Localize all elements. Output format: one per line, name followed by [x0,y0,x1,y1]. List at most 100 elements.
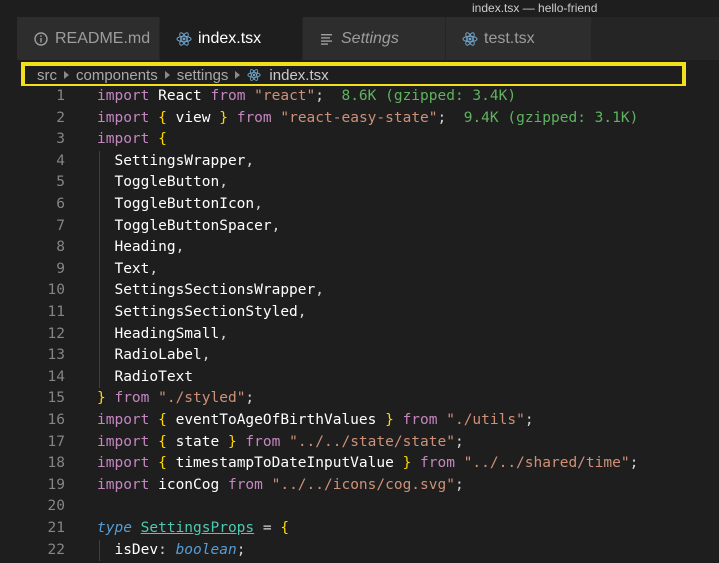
code-line[interactable]: 10 SettingsSectionsWrapper, [0,280,719,302]
code-line[interactable]: 5 ToggleButton, [0,172,719,194]
line-number: 15 [47,390,65,407]
breadcrumb: src components settings index.tsx [37,66,329,84]
punctuation: ; [245,390,255,407]
punctuation: ; [454,476,464,493]
identifier: timestampToDateInputValue [166,455,403,472]
code-line[interactable]: 9 Text, [0,259,719,281]
identifier: eventToAgeOfBirthValues [166,412,386,428]
code-line[interactable]: 2 import { view } from "react-easy-state"… [0,108,719,130]
punctuation: ; [437,109,447,126]
code-line[interactable]: 11 SettingsSectionStyled, [0,302,719,324]
line-code: isDev: boolean; [97,540,245,562]
line-code: ToggleButtonIcon, [97,194,262,216]
identifier: HeadingSmall [97,325,220,342]
chevron-right-icon [164,71,170,79]
keyword: import [97,433,150,450]
tab-settings[interactable]: Settings [303,17,446,60]
identifier: ToggleButton [97,174,220,191]
window-title: index.tsx — hello-friend [472,1,598,15]
code-line[interactable]: 12 HeadingSmall, [0,324,719,346]
code-line[interactable]: 22 isDev: boolean; [0,540,719,562]
keyword: from [411,455,455,472]
code-line[interactable]: 7 ToggleButtonSpacer, [0,216,719,238]
identifier: RadioText [97,368,194,385]
line-number: 16 [47,412,65,428]
line-code: type SettingsProps = { [97,518,289,540]
tab-label: Settings [341,29,399,47]
code-line[interactable]: 6 ToggleButtonIcon, [0,194,719,216]
line-number: 5 [56,174,65,191]
code-line[interactable]: 17 import { state } from "../../state/sta… [0,432,719,454]
line-number: 14 [47,368,65,385]
line-code: ToggleButtonSpacer, [97,216,280,238]
code-line[interactable]: 16 import { eventToAgeOfBirthValues } fro… [0,410,719,432]
code-line[interactable]: 3 import { [0,129,719,151]
keyword: from [393,412,438,428]
code-line[interactable]: 1 import React from "react"; 8.6K (gzippe… [0,86,719,108]
tab-test-tsx[interactable]: test.tsx [446,17,592,60]
keyword: import [97,88,150,104]
line-code: import React from "react"; 8.6K (gzipped… [97,86,516,108]
bracket: } [402,455,412,472]
bracket: { [149,433,167,450]
code-line[interactable]: 13 RadioLabel, [0,345,719,367]
vscode-window: index.tsx — hello-friend README.md index… [0,0,719,563]
type-keyword: boolean [175,541,237,558]
punctuation: , [271,217,281,234]
line-number: 2 [56,109,65,126]
line-code: ToggleButton, [97,172,228,194]
punctuation: , [219,174,228,191]
breadcrumb-item-components[interactable]: components [76,67,158,84]
breadcrumb-item-settings[interactable]: settings [177,67,229,84]
code-line[interactable]: 21 type SettingsProps = { [0,518,719,540]
code-editor[interactable]: 1 import React from "react"; 8.6K (gzippe… [0,86,719,563]
line-number: 1 [56,88,65,104]
string-literal: "../../shared/time" [454,455,630,472]
punctuation [132,520,141,536]
line-code: Text, [97,259,158,281]
breadcrumb-item-src[interactable]: src [37,67,57,84]
punctuation: , [219,325,228,342]
code-line[interactable]: 20 [0,496,719,518]
tab-bar: README.md index.tsx Settings test.tsx [0,17,719,60]
code-line[interactable]: 4 SettingsWrapper, [0,151,719,173]
keyword: from [210,88,246,104]
punctuation: = [254,520,281,536]
string-literal: "./utils" [437,412,525,428]
identifier: Heading [97,239,176,256]
line-number: 11 [47,304,65,320]
line-number: 20 [47,498,65,515]
string-literal: "react" [245,88,316,104]
code-line[interactable]: 19 import iconCog from "../../icons/cog.s… [0,475,719,497]
line-code: HeadingSmall, [97,324,228,346]
keyword: import [97,109,150,126]
keyword: import [97,476,150,493]
tab-index-tsx[interactable]: index.tsx [160,17,303,60]
identifier: Text [97,260,150,277]
tab-readme[interactable]: README.md [17,17,160,60]
line-code: } from "./styled"; [97,388,254,410]
code-line[interactable]: 8 Heading, [0,237,719,259]
react-icon [462,31,478,47]
keyword: from [227,109,272,126]
identifier: ToggleButtonIcon [97,196,255,212]
line-number: 9 [56,260,65,277]
string-literal: "react-easy-state" [271,109,438,126]
code-line[interactable]: 14 RadioText [0,367,719,389]
bracket: { [149,412,167,428]
bracket: } [385,412,394,428]
breadcrumb-item-file[interactable]: index.tsx [269,67,328,84]
line-code: import { timestampToDateInputValue } fro… [97,453,638,475]
punctuation: ; [524,412,534,428]
punctuation: ; [629,455,639,472]
indent-guide [99,150,100,389]
string-literal: "../../icons/cog.svg" [262,476,455,493]
keyword: from [105,390,150,407]
chevron-right-icon [64,71,69,79]
bracket: } [227,433,237,450]
line-code: SettingsWrapper, [97,151,254,173]
line-code: Heading, [97,237,184,259]
code-line[interactable]: 15 } from "./styled"; [0,388,719,410]
code-line[interactable]: 18 import { timestampToDateInputValue } f… [0,453,719,475]
type-keyword: type [97,520,132,536]
